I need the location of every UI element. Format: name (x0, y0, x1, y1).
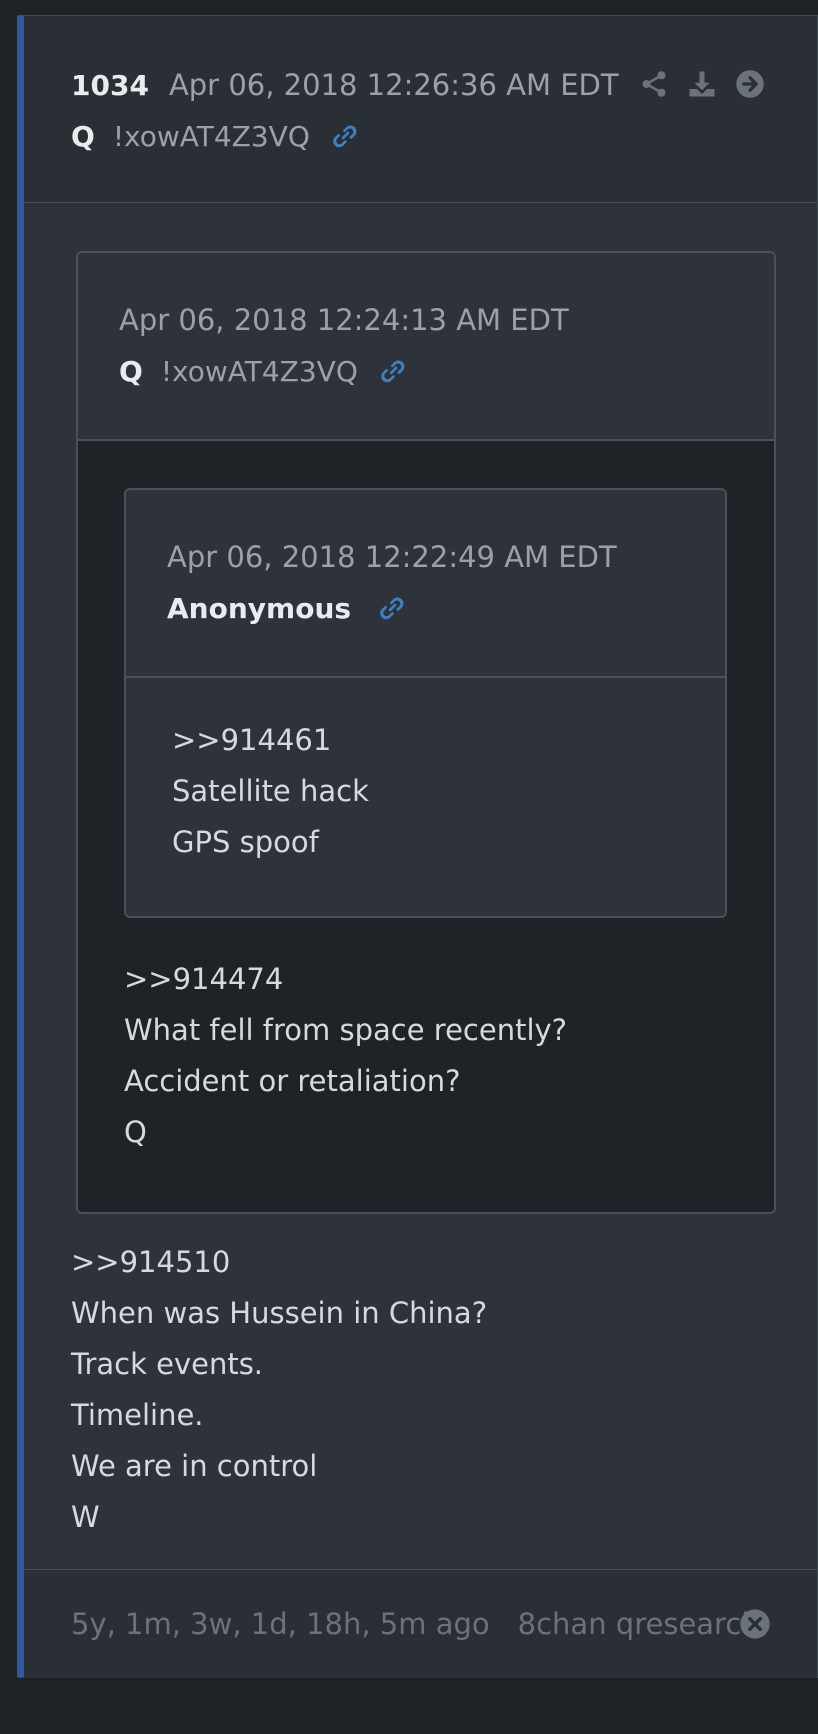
inner-quoted-author-name: Anonymous (167, 592, 352, 625)
download-icon[interactable] (687, 68, 717, 100)
post-body: >>914510 When was Hussein in China? Trac… (71, 1237, 487, 1543)
link-icon[interactable] (375, 593, 407, 625)
link-icon[interactable] (376, 356, 408, 388)
author-name: Q (71, 120, 95, 153)
link-icon[interactable] (328, 121, 360, 153)
share-icon[interactable] (639, 68, 669, 100)
post-line: What fell from space recently? (124, 1013, 568, 1047)
post-header: 1034 Apr 06, 2018 12:26:36 AM EDT Q !xow… (24, 16, 817, 203)
post-line: >>914461 (172, 723, 332, 757)
inner-quoted-post-header: Apr 06, 2018 12:22:49 AM EDT Anonymous (126, 490, 725, 678)
post-line: Q (124, 1115, 147, 1149)
quoted-author-name: Q (119, 355, 143, 388)
post-line: Timeline. (71, 1398, 204, 1432)
post-line: Satellite hack (172, 774, 369, 808)
author-tripcode: !xowAT4Z3VQ (112, 120, 310, 153)
post-source[interactable]: 8chan qresearch (518, 1607, 760, 1641)
inner-quoted-post-body: >>914461 Satellite hack GPS spoof (172, 715, 369, 868)
post-line: >>914474 (124, 962, 284, 996)
post-age: 5y, 1m, 3w, 1d, 18h, 5m ago (71, 1607, 490, 1641)
post-number: 1034 (71, 69, 149, 102)
close-icon[interactable] (739, 1608, 771, 1640)
quoted-post-inner: Apr 06, 2018 12:22:49 AM EDT Anonymous >… (124, 488, 727, 918)
post-line: GPS spoof (172, 825, 319, 859)
post-line: >>914510 (71, 1245, 231, 1279)
post-line: We are in control (71, 1449, 318, 1483)
quoted-post-header: Apr 06, 2018 12:24:13 AM EDT Q !xowAT4Z3… (78, 253, 774, 441)
post-line: Track events. (71, 1347, 264, 1381)
arrow-right-icon[interactable] (735, 68, 765, 100)
quoted-post-body: >>914474 What fell from space recently? … (124, 954, 567, 1158)
quoted-post-outer: Apr 06, 2018 12:24:13 AM EDT Q !xowAT4Z3… (76, 251, 776, 1214)
post-line: When was Hussein in China? (71, 1296, 488, 1330)
post-footer: 5y, 1m, 3w, 1d, 18h, 5m ago 8chan qresea… (24, 1569, 817, 1678)
post-date: Apr 06, 2018 12:26:36 AM EDT (168, 68, 619, 102)
post-line: W (71, 1500, 100, 1534)
post-line: Accident or retaliation? (124, 1064, 461, 1098)
quoted-author-tripcode: !xowAT4Z3VQ (160, 355, 358, 388)
inner-quoted-post-date: Apr 06, 2018 12:22:49 AM EDT (167, 540, 617, 574)
post-card: 1034 Apr 06, 2018 12:26:36 AM EDT Q !xow… (17, 15, 818, 1678)
quoted-post-date: Apr 06, 2018 12:24:13 AM EDT (119, 303, 569, 337)
